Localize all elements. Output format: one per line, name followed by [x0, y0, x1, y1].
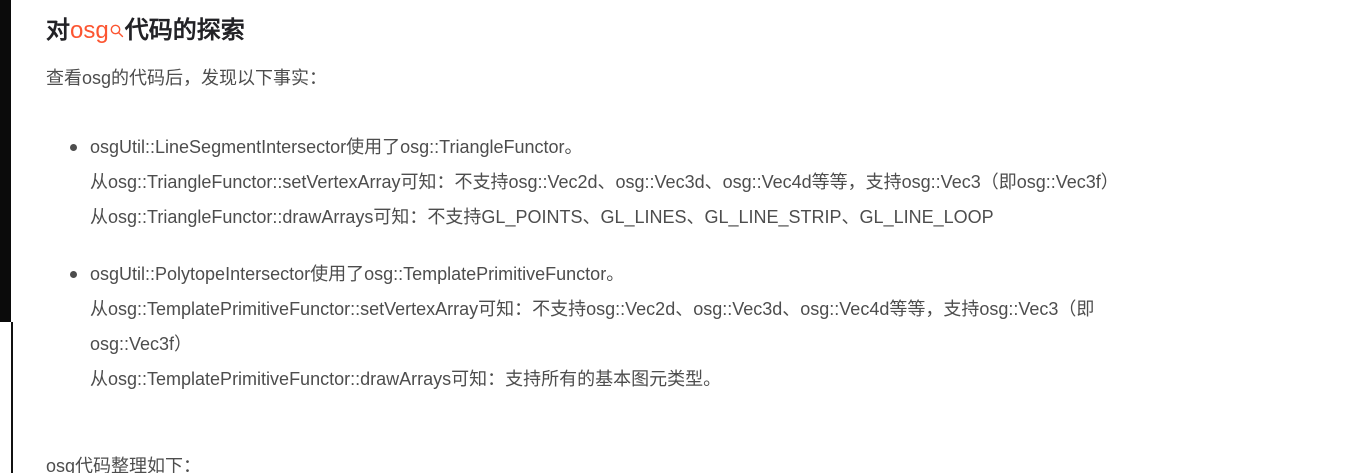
- list-item-line: 从osg::TemplatePrimitiveFunctor::setVerte…: [90, 299, 1095, 319]
- list-item-line: osg::Vec3f）: [90, 334, 193, 354]
- left-border-line: [11, 322, 13, 473]
- list-item-line: osgUtil::PolytopeIntersector使用了osg::Temp…: [90, 264, 625, 284]
- left-dark-bar: [0, 0, 11, 322]
- bullet-dot: [70, 144, 77, 151]
- list-item-line: 从osg::TriangleFunctor::setVertexArray可知：…: [90, 172, 1119, 192]
- outro-paragraph: osg代码整理如下：: [46, 456, 202, 473]
- list-item: osgUtil::LineSegmentIntersector使用了osg::T…: [46, 130, 1326, 235]
- heading-keyword-link[interactable]: osg: [70, 17, 109, 44]
- list-item-line: 从osg::TriangleFunctor::drawArrays可知：不支持G…: [90, 207, 994, 227]
- list-item: osgUtil::PolytopeIntersector使用了osg::Temp…: [46, 257, 1326, 397]
- list-item-line: osgUtil::LineSegmentIntersector使用了osg::T…: [90, 137, 583, 157]
- facts-list: osgUtil::LineSegmentIntersector使用了osg::T…: [46, 130, 1326, 397]
- bullet-dot: [70, 271, 77, 278]
- section-heading: 对osg 代码的探索: [46, 13, 245, 49]
- intro-paragraph: 查看osg的代码后，发现以下事实：: [46, 68, 328, 88]
- heading-prefix: 对: [46, 17, 70, 44]
- heading-suffix: 代码的探索: [124, 17, 245, 44]
- list-item-line: 从osg::TemplatePrimitiveFunctor::drawArra…: [90, 369, 722, 389]
- search-icon[interactable]: [110, 13, 124, 38]
